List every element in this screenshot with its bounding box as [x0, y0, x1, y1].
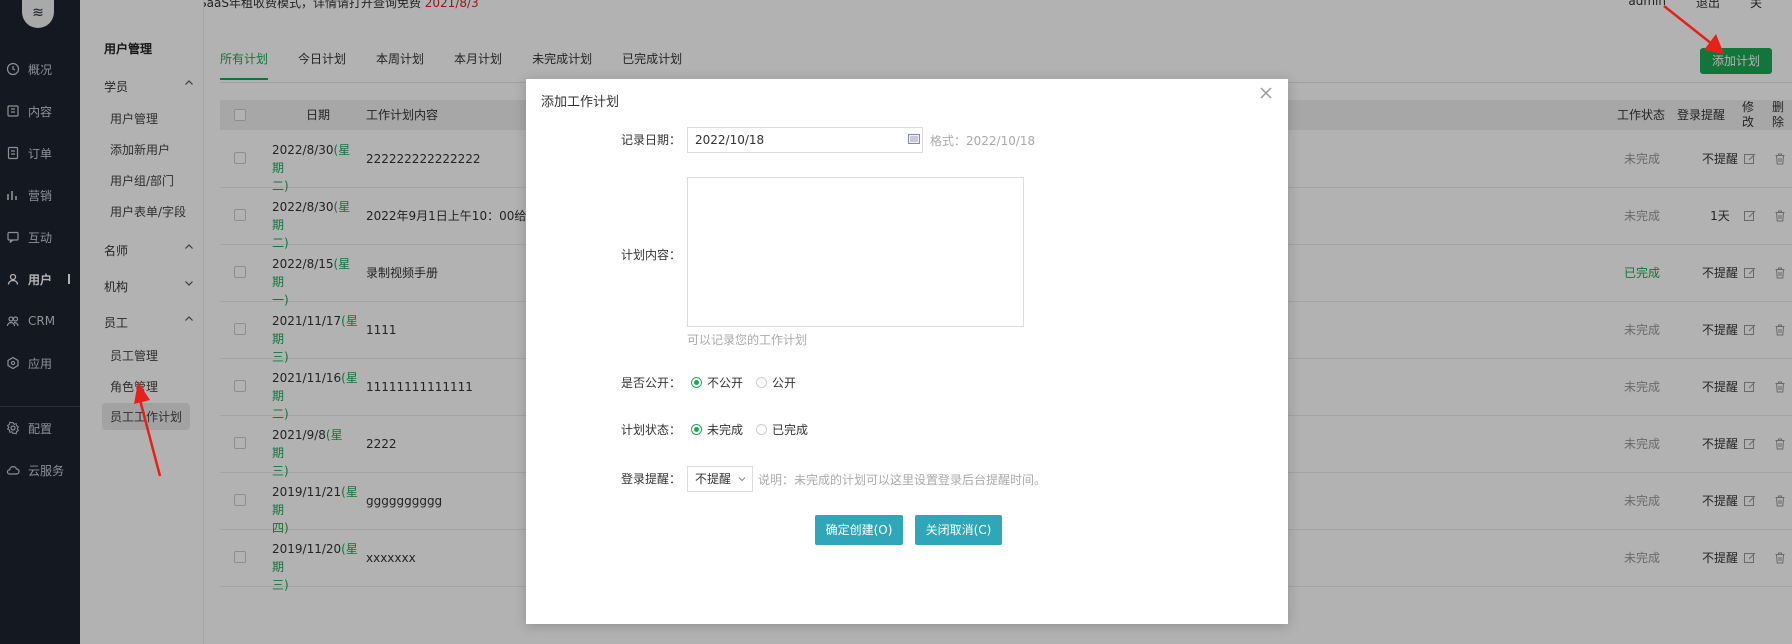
- content-label: 计划内容：: [620, 248, 681, 262]
- date-format-hint: 格式：2022/10/18: [930, 134, 1036, 148]
- public-label: 是否公开：: [620, 376, 681, 390]
- radio-public[interactable]: 公开: [756, 374, 796, 391]
- status-label: 计划状态：: [620, 423, 681, 437]
- add-plan-dialog: 添加工作计划 记录日期： 2022/10/18 格式：2022/10/18 计划…: [526, 79, 1288, 624]
- radio-not-public[interactable]: 不公开: [691, 374, 743, 391]
- date-input[interactable]: 2022/10/18: [687, 127, 923, 153]
- radio-dot: [691, 424, 702, 435]
- radio-done[interactable]: 已完成: [756, 421, 808, 438]
- remind-value: 不提醒: [695, 472, 732, 486]
- radio-dot: [756, 377, 767, 388]
- dialog-title: 添加工作计划: [541, 95, 620, 110]
- radio-undone[interactable]: 未完成: [691, 421, 743, 438]
- remind-label: 登录提醒：: [620, 472, 681, 486]
- remind-select[interactable]: 不提醒: [687, 466, 753, 492]
- radio-done-label: 已完成: [772, 423, 809, 437]
- date-label: 记录日期：: [620, 133, 681, 147]
- radio-public-label: 公开: [772, 376, 797, 390]
- radio-not-public-label: 不公开: [707, 376, 744, 390]
- close-icon[interactable]: [1256, 83, 1276, 103]
- radio-dot: [756, 424, 767, 435]
- content-hint: 可以记录您的工作计划: [687, 333, 808, 347]
- close-cancel-button[interactable]: 关闭取消(C): [915, 515, 1002, 545]
- date-value: 2022/10/18: [695, 133, 765, 147]
- confirm-create-button[interactable]: 确定创建(O): [815, 515, 903, 545]
- chevron-down-icon: [738, 477, 746, 482]
- plan-content-textarea[interactable]: [687, 177, 1024, 327]
- radio-dot: [691, 377, 702, 388]
- remind-hint: 说明：未完成的计划可以这里设置登录后台提醒时间。: [758, 473, 1047, 487]
- calendar-icon[interactable]: [908, 134, 920, 144]
- annotation-arrow-icon: [1663, 5, 1724, 54]
- radio-undone-label: 未完成: [707, 423, 744, 437]
- annotation-arrow-icon: [134, 382, 162, 477]
